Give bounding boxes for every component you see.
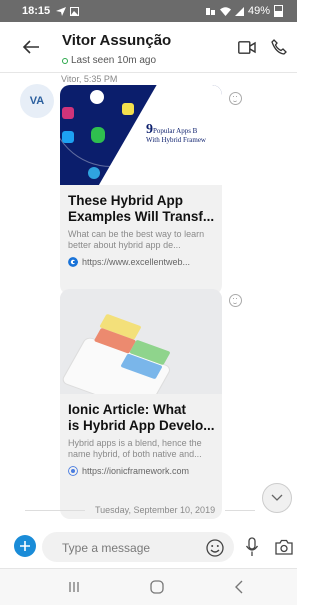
presence-text: Last seen 10m ago [71, 55, 157, 66]
back-arrow-icon[interactable] [22, 39, 40, 55]
card-url[interactable]: https://ionicframework.com [60, 460, 222, 476]
emoji-icon[interactable] [206, 539, 224, 557]
date-separator-text: Tuesday, September 10, 2019 [95, 505, 216, 515]
twitter-icon [62, 131, 74, 143]
message-list[interactable]: VA Vitor, 5:35 PM 9Popular Apps B With Hy… [0, 73, 297, 528]
online-status-icon [62, 57, 68, 64]
back-icon[interactable] [234, 580, 244, 594]
app-icon [90, 90, 104, 104]
link-preview-image [60, 289, 222, 394]
avatar[interactable]: VA [20, 84, 54, 118]
system-navigation-bar [0, 568, 297, 605]
card-title: These Hybrid App Examples Will Transf... [68, 193, 215, 224]
contact-name[interactable]: Vitor Assunção [62, 32, 171, 49]
video-call-icon[interactable] [238, 41, 256, 54]
battery-icon [274, 5, 283, 17]
snapchat-icon [122, 103, 134, 115]
add-reaction-icon[interactable] [229, 92, 242, 105]
home-icon[interactable] [150, 580, 164, 594]
chat-header: Vitor Assunção Last seen 10m ago [0, 22, 297, 73]
battery-percentage: 49% [247, 5, 270, 17]
microphone-icon[interactable] [245, 537, 259, 557]
site-favicon-icon [68, 257, 78, 267]
card-url[interactable]: https://www.excellentweb... [60, 251, 222, 267]
site-favicon-icon [68, 466, 78, 476]
app-icon [88, 167, 100, 179]
status-time: 18:15 [22, 5, 51, 17]
send-notification-icon [56, 6, 67, 16]
presence-status: Last seen 10m ago [62, 55, 156, 66]
wifi-icon [219, 6, 231, 16]
recent-apps-icon[interactable] [68, 581, 80, 593]
add-reaction-icon[interactable] [229, 294, 242, 307]
add-attachment-button[interactable] [14, 535, 36, 557]
volte-icon [205, 7, 215, 15]
link-preview-image: 9Popular Apps B With Hybrid Framew [60, 85, 222, 185]
card-title: Ionic Article: What is Hybrid App Develo.… [68, 402, 215, 433]
status-bar: 18:15 49% [0, 0, 297, 22]
instagram-icon [62, 107, 74, 119]
message-composer: Type a message [0, 528, 297, 568]
gallery-notification-icon [70, 6, 80, 16]
camera-icon[interactable] [275, 539, 293, 555]
scroll-to-bottom-button[interactable] [262, 483, 292, 513]
chevron-down-icon [271, 494, 283, 501]
plus-icon [20, 541, 30, 551]
banner-text: 9Popular Apps B With Hybrid Framew [146, 122, 206, 145]
ionic-illustration [60, 289, 222, 394]
message-input-placeholder: Type a message [62, 541, 151, 555]
signal-icon [234, 6, 244, 16]
phone-call-icon[interactable] [271, 39, 287, 55]
link-preview-card[interactable]: 9Popular Apps B With Hybrid Framew These … [60, 85, 222, 295]
message-meta: Vitor, 5:35 PM [61, 74, 118, 84]
link-preview-card[interactable]: Ionic Article: What is Hybrid App Develo.… [60, 289, 222, 519]
evernote-icon [91, 127, 105, 143]
card-description: What can be the best way to learn better… [68, 229, 205, 250]
card-description: Hybrid apps is a blend, hence the name h… [68, 438, 202, 459]
date-separator: Tuesday, September 10, 2019 [0, 505, 297, 515]
